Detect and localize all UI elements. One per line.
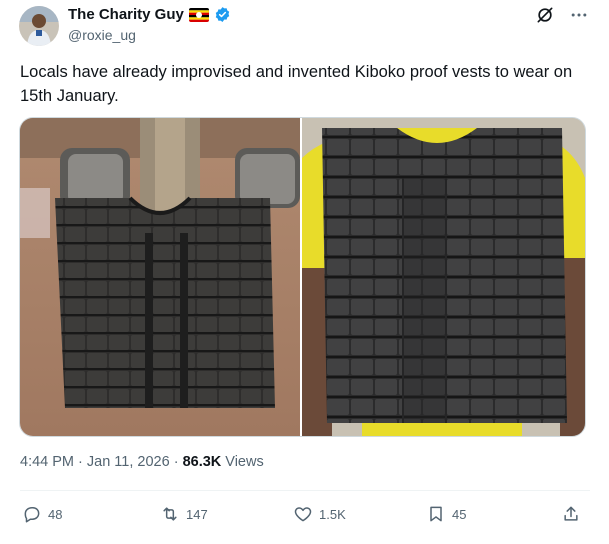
action-bar: 48 147 1.5K 45 (0, 504, 609, 530)
repost-button[interactable]: 147 (160, 504, 208, 524)
bookmark-button[interactable]: 45 (426, 504, 466, 524)
share-icon (564, 506, 578, 521)
author-handle[interactable]: @roxie_ug (68, 27, 136, 43)
vest-on-floor-photo[interactable] (20, 118, 302, 436)
tweet-time[interactable]: 4:44 PM (20, 454, 74, 470)
author-display-name[interactable]: The Charity Guy (68, 6, 184, 23)
views-count: 86.3K (182, 454, 222, 470)
more-options-icon[interactable] (569, 5, 589, 25)
reply-count: 48 (48, 506, 63, 522)
bookmark-count: 45 (452, 506, 467, 522)
reply-icon (24, 507, 40, 523)
bookmark-icon (430, 506, 442, 522)
uganda-flag-icon (188, 7, 209, 22)
tweet-meta: 4:44 PM · Jan 11, 2026 · 86.3K Views (20, 454, 264, 470)
repost-icon (163, 507, 177, 521)
media-grid (19, 117, 586, 437)
tweet-top-actions (535, 5, 589, 25)
reply-button[interactable]: 48 (22, 504, 62, 524)
tweet-card: The Charity Guy @roxie_ug Locals have al… (0, 0, 609, 544)
meta-separator: · (78, 454, 87, 470)
like-button[interactable]: 1.5K (293, 504, 346, 524)
avatar[interactable] (19, 6, 59, 46)
views-label: Views (225, 454, 264, 470)
verified-badge-icon[interactable] (214, 6, 231, 23)
share-button[interactable] (561, 504, 581, 524)
author-name-row: The Charity Guy (68, 6, 231, 23)
meta-separator: · (173, 454, 183, 470)
tweet-date[interactable]: Jan 11, 2026 (87, 454, 170, 470)
tweet-text: Locals have already improvised and inven… (20, 63, 573, 105)
like-count: 1.5K (319, 506, 346, 522)
divider (20, 490, 590, 491)
heart-icon (294, 507, 312, 522)
repost-count: 147 (186, 506, 208, 522)
grok-icon[interactable] (535, 5, 555, 25)
vest-worn-photo[interactable] (302, 118, 585, 436)
